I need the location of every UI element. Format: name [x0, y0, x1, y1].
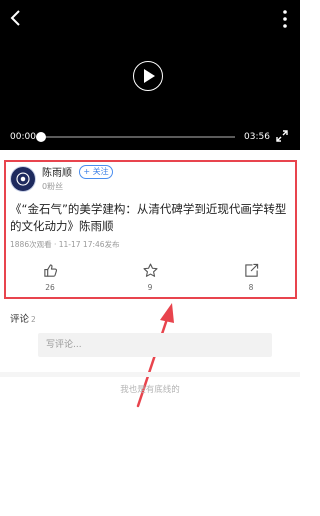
- avatar-emblem-icon: [16, 172, 30, 186]
- video-title: 《“金石气”的美学建构：从清代碑学到近现代画学转型的文化动力》陈雨顺: [10, 202, 287, 233]
- video-meta: 1886次观看 · 11-17 17:46发布: [10, 240, 120, 249]
- progress-track[interactable]: [43, 136, 235, 138]
- favorite-count: 9: [147, 283, 153, 292]
- comments-count: 2: [31, 315, 36, 324]
- star-icon: [142, 263, 158, 277]
- duration: 03:56: [244, 132, 270, 142]
- follow-button[interactable]: + 关注: [79, 165, 113, 179]
- like-count: 26: [45, 283, 55, 292]
- like-button[interactable]: 26: [35, 263, 65, 293]
- comments-label: 评论: [10, 314, 30, 325]
- comment-input[interactable]: 写评论...: [38, 333, 272, 357]
- video-player[interactable]: 00:00 03:56: [0, 0, 300, 150]
- share-button[interactable]: 8: [236, 263, 266, 293]
- play-button[interactable]: [133, 61, 163, 91]
- thumbs-up-icon: [43, 264, 57, 277]
- share-icon: [244, 263, 258, 277]
- comments-header: 评论 2: [10, 314, 36, 326]
- back-arrow-icon[interactable]: [8, 9, 24, 27]
- section-divider: [0, 372, 300, 377]
- share-count: 8: [248, 283, 254, 292]
- progress-thumb[interactable]: [36, 132, 46, 142]
- author-name[interactable]: 陈雨顺: [42, 167, 72, 180]
- favorite-button[interactable]: 9: [135, 263, 165, 293]
- current-time: 00:00: [10, 132, 36, 142]
- fans-count: 0粉丝: [42, 182, 64, 191]
- avatar[interactable]: [11, 167, 35, 191]
- fullscreen-icon[interactable]: [276, 130, 288, 142]
- bottom-line-text: 我也是有底线的: [120, 385, 180, 395]
- more-vertical-icon[interactable]: [281, 9, 289, 29]
- play-icon: [144, 69, 155, 83]
